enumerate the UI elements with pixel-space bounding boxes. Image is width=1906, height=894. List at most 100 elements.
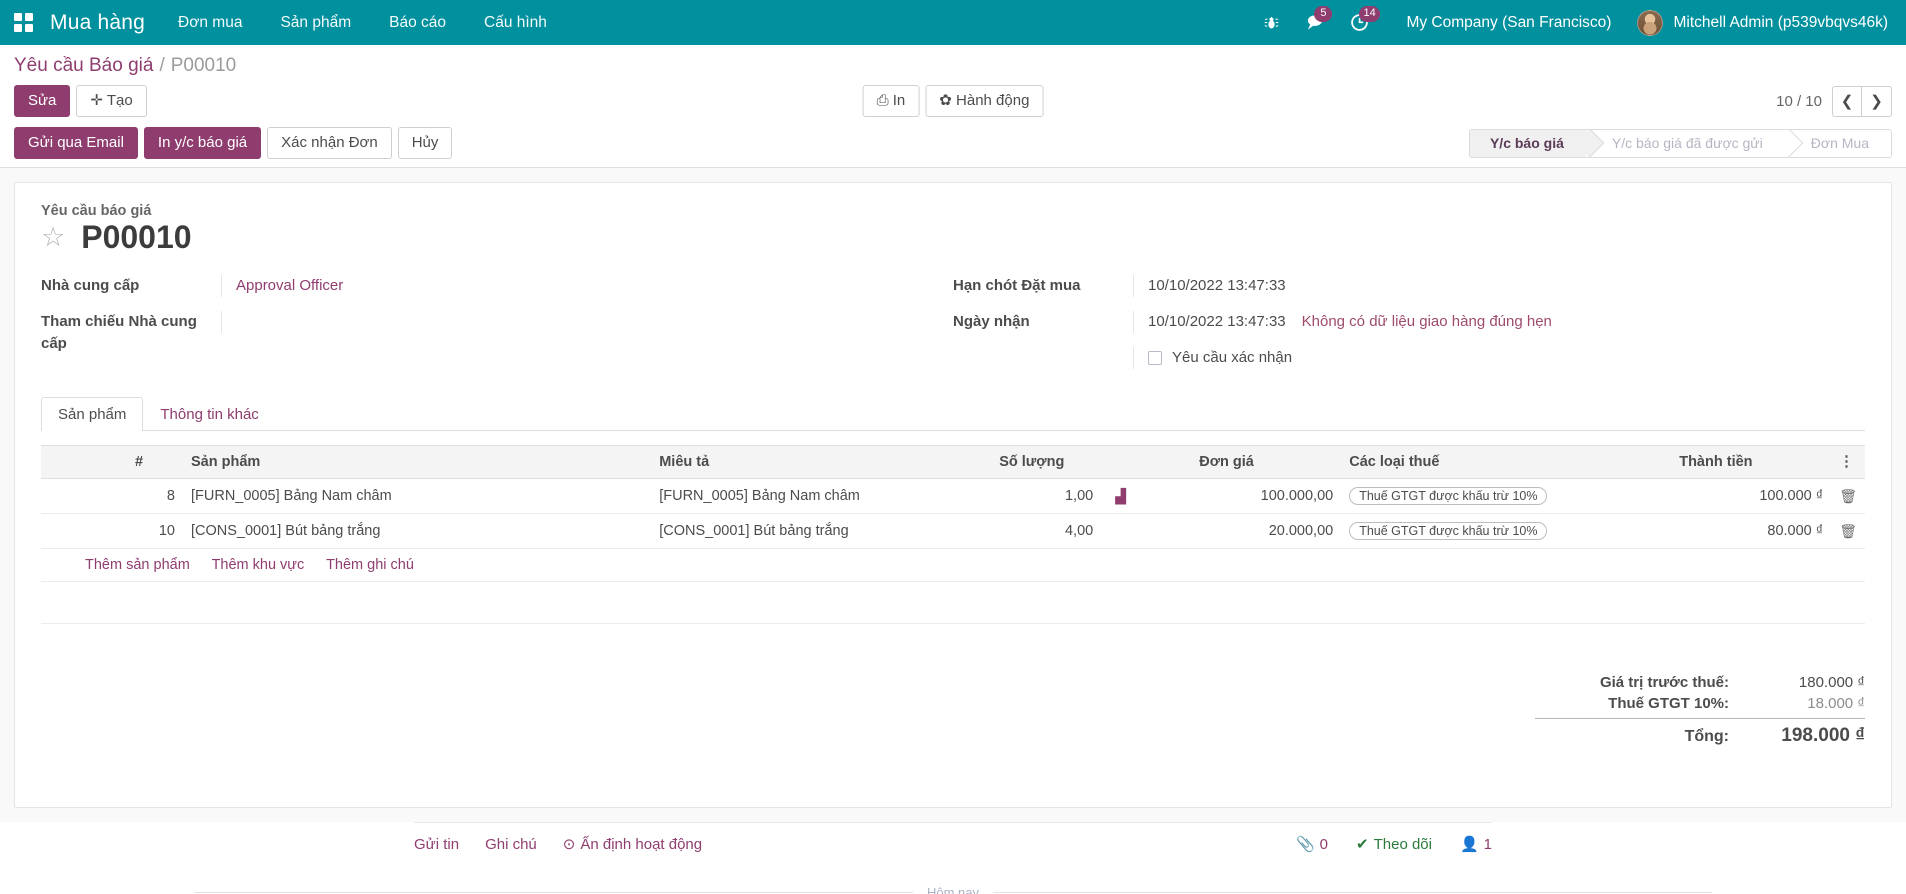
row-taxes[interactable]: Thuế GTGT được khấu trừ 10% [1341, 479, 1671, 514]
require-signature-checkbox[interactable] [1148, 351, 1162, 365]
schedule-activity-button[interactable]: ⊙Ấn định hoạt động [563, 835, 702, 853]
row-delete-cell: 🗑 [1831, 479, 1865, 514]
row-sequence: 10 [127, 514, 183, 549]
row-drag-handle[interactable] [41, 514, 67, 549]
field-receipt-date-value[interactable]: 10/10/2022 13:47:33 [1148, 311, 1286, 333]
col-subtotal[interactable]: Thành tiền [1671, 446, 1831, 479]
row-description[interactable]: [FURN_0005] Bảng Nam châm [651, 479, 991, 514]
table-row[interactable]: 8 [FURN_0005] Bảng Nam châm [FURN_0005] … [41, 479, 1865, 514]
form-left-column: Nhà cung cấp Approval Officer Tham chiếu… [41, 275, 953, 383]
day-separator-label: Hôm nay [913, 885, 993, 894]
star-icon[interactable]: ☆ [41, 224, 65, 251]
row-subtotal: 80.000 ₫ [1671, 514, 1831, 549]
create-button[interactable]: ✛ Tạo [76, 85, 146, 117]
bug-icon[interactable] [1251, 0, 1292, 45]
followers-counter[interactable]: 👤1 [1460, 835, 1492, 853]
col-taxes[interactable]: Các loại thuế [1341, 446, 1671, 479]
trash-icon[interactable]: 🗑 [1839, 488, 1857, 504]
totals-table: Giá trị trước thuế: 180.000 ₫ Thuế GTGT … [1535, 672, 1865, 749]
add-product-link[interactable]: Thêm sản phẩm [85, 557, 190, 573]
pager: 10 / 10 ❮ ❯ [1776, 86, 1892, 117]
app-brand-title[interactable]: Mua hàng [40, 11, 159, 35]
status-rfq[interactable]: Y/c báo giá [1470, 130, 1586, 157]
col-drag-handle [41, 446, 67, 479]
confirm-order-button[interactable]: Xác nhận Đơn [267, 127, 392, 159]
field-receipt-date-label: Ngày nhận [953, 311, 1133, 333]
menu-item-reporting[interactable]: Báo cáo [370, 0, 465, 45]
chat-bubble-icon[interactable]: 5 [1292, 0, 1337, 45]
user-icon: 👤 [1460, 835, 1479, 853]
menu-item-purchase-orders[interactable]: Đơn mua [159, 0, 261, 45]
send-message-button[interactable]: Gửi tin [414, 836, 459, 853]
row-description[interactable]: [CONS_0001] Bút bảng trắng [651, 514, 991, 549]
menu-item-products[interactable]: Sản phẩm [261, 0, 370, 45]
add-section-link[interactable]: Thêm khu vực [212, 557, 305, 573]
print-rfq-button[interactable]: In y/c báo giá [144, 127, 261, 159]
breadcrumb-parent[interactable]: Yêu cầu Báo giá [14, 55, 153, 77]
col-unit-price[interactable]: Đơn giá [1191, 446, 1341, 479]
row-forecast-cell [1101, 514, 1191, 549]
field-order-deadline-value[interactable]: 10/10/2022 13:47:33 [1133, 275, 1825, 297]
edit-button[interactable]: Sửa [14, 85, 70, 117]
row-quantity[interactable]: 1,00 [991, 479, 1101, 514]
tax-badge: Thuế GTGT được khấu trừ 10% [1349, 487, 1547, 505]
col-sequence[interactable]: # [127, 446, 183, 479]
trash-icon[interactable]: 🗑 [1839, 523, 1857, 539]
totals-section: Giá trị trước thuế: 180.000 ₫ Thuế GTGT … [41, 672, 1865, 749]
company-switcher[interactable]: My Company (San Francisco) [1382, 14, 1627, 32]
col-spacer [67, 446, 127, 479]
col-uom[interactable] [1101, 446, 1191, 479]
col-description[interactable]: Miêu tả [651, 446, 991, 479]
attachments-counter[interactable]: 📎0 [1296, 835, 1328, 853]
print-button[interactable]: ⎙ In [863, 85, 920, 117]
forecast-chart-icon[interactable]: ▟ [1109, 488, 1126, 504]
col-optional-columns-toggle[interactable]: ⋮ [1831, 446, 1865, 479]
add-note-link[interactable]: Thêm ghi chú [326, 557, 414, 573]
tab-other-information[interactable]: Thông tin khác [143, 397, 275, 431]
pager-next-icon[interactable]: ❯ [1862, 86, 1892, 117]
menu-item-configuration[interactable]: Cấu hình [465, 0, 566, 45]
row-quantity[interactable]: 4,00 [991, 514, 1101, 549]
field-vendor-reference-value[interactable] [221, 311, 913, 333]
check-icon: ✔ [1356, 835, 1369, 853]
follow-label: Theo dõi [1374, 836, 1432, 853]
breadcrumb-current: P00010 [171, 55, 237, 77]
totals-untaxed-value: 180.000 ₫ [1755, 674, 1865, 691]
col-quantity[interactable]: Số lượng [991, 446, 1101, 479]
pager-previous-icon[interactable]: ❮ [1832, 86, 1862, 117]
chatter-actions: Gửi tin Ghi chú ⊙Ấn định hoạt động [414, 835, 728, 853]
user-menu[interactable]: Mitchell Admin (p539vbqvs46k) [1627, 10, 1892, 36]
order-lines-header: # Sản phẩm Miêu tả Số lượng Đơn giá Các … [41, 446, 1865, 479]
row-unit-price[interactable]: 20.000,00 [1191, 514, 1341, 549]
col-product[interactable]: Sản phẩm [183, 446, 651, 479]
field-vendor-reference: Tham chiếu Nhà cung cấp [41, 311, 913, 355]
action-button[interactable]: ✿ Hành động [925, 85, 1043, 117]
cancel-button[interactable]: Hủy [398, 127, 453, 159]
empty-row [41, 582, 1865, 624]
clock-icon[interactable]: 14 [1337, 0, 1382, 45]
vertical-dots-icon[interactable]: ⋮ [1839, 454, 1854, 470]
send-by-email-button[interactable]: Gửi qua Email [14, 127, 138, 159]
tab-products[interactable]: Sản phẩm [41, 397, 143, 431]
row-product[interactable]: [CONS_0001] Bút bảng trắng [183, 514, 651, 549]
record-toolbar: Sửa ✛ Tạo ⎙ In ✿ Hành động 10 / 10 ❮ ❯ [14, 79, 1892, 127]
plus-icon: ✛ [90, 92, 103, 109]
field-vendor-value[interactable]: Approval Officer [236, 277, 343, 294]
field-vendor-label: Nhà cung cấp [41, 275, 221, 297]
pager-value[interactable]: 10 / 10 [1776, 93, 1832, 110]
chatter: Gửi tin Ghi chú ⊙Ấn định hoạt động 📎0 ✔ T… [0, 822, 1906, 894]
add-line-cell: Thêm sản phẩm Thêm khu vực Thêm ghi chú [41, 549, 1865, 582]
apps-grid-icon[interactable] [6, 0, 40, 45]
navbar-right-tools: 5 14 My Company (San Francisco) Mitchell… [1251, 0, 1906, 45]
row-drag-handle[interactable] [41, 479, 67, 514]
log-note-button[interactable]: Ghi chú [485, 836, 537, 853]
row-taxes[interactable]: Thuế GTGT được khấu trừ 10% [1341, 514, 1671, 549]
follow-button[interactable]: ✔ Theo dõi [1356, 835, 1432, 853]
record-title-line: ☆ P00010 [41, 221, 1865, 253]
row-unit-price[interactable]: 100.000,00 [1191, 479, 1341, 514]
status-rfq-sent[interactable]: Y/c báo giá đã được gửi [1586, 130, 1785, 157]
totals-total-label: Tổng: [1535, 725, 1755, 747]
table-row[interactable]: 10 [CONS_0001] Bút bảng trắng [CONS_0001… [41, 514, 1865, 549]
order-lines-body: 8 [FURN_0005] Bảng Nam châm [FURN_0005] … [41, 479, 1865, 624]
row-product[interactable]: [FURN_0005] Bảng Nam châm [183, 479, 651, 514]
